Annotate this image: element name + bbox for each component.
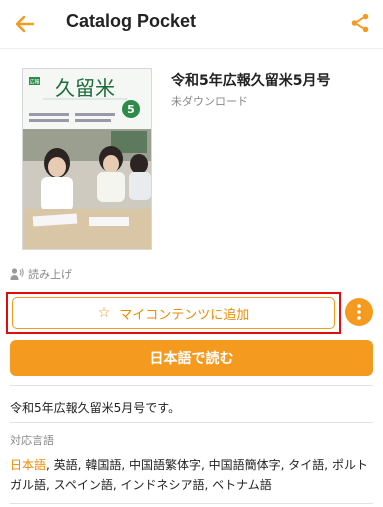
language-item[interactable]: 中国語繁体字 [129, 458, 201, 472]
read-in-japanese-button[interactable]: 日本語で読む [10, 340, 373, 376]
more-options-button[interactable] [345, 298, 373, 326]
app-title: Catalog Pocket [66, 11, 197, 31]
language-item[interactable]: 韓国語 [85, 458, 121, 472]
divider [10, 422, 373, 423]
download-status: 未ダウンロード [171, 95, 248, 108]
document-title: 令和5年広報久留米5月号 [171, 73, 331, 89]
add-to-my-contents-button[interactable]: ☆ マイコンテンツに追加 [12, 297, 335, 329]
document-description: 令和5年広報久留米5月号です。 [10, 401, 181, 415]
language-item[interactable]: 中国語簡体字 [209, 458, 281, 472]
star-outline-icon: ☆ [97, 305, 111, 321]
share-icon[interactable] [349, 12, 371, 34]
language-item[interactable]: スペイン語 [54, 478, 113, 492]
language-item[interactable]: ベトナム語 [212, 478, 272, 492]
supported-languages-list: 日本語, 英語, 韓国語, 中国語繁体字, 中国語簡体字, タイ語, ポルトガル… [10, 458, 368, 492]
catalog-cover-thumbnail[interactable]: 広報 久留米 5 [22, 68, 152, 250]
read-in-japanese-label: 日本語で読む [149, 351, 234, 367]
highlight-box: ☆ マイコンテンツに追加 [6, 292, 341, 334]
speaker-person-icon [10, 268, 24, 280]
arrow-left-icon[interactable] [13, 12, 37, 36]
language-item[interactable]: 日本語 [10, 458, 46, 472]
cover-image: 広報 久留米 5 [23, 69, 151, 249]
read-aloud-toggle[interactable]: 読み上げ [10, 266, 72, 282]
app-bar: Catalog Pocket [0, 0, 383, 49]
read-aloud-label: 読み上げ [28, 268, 72, 281]
add-to-my-contents-label: マイコンテンツに追加 [119, 307, 250, 323]
cover-issue-number: 5 [127, 103, 135, 116]
divider [10, 385, 373, 386]
language-item[interactable]: インドネシア語 [120, 478, 204, 492]
cover-masthead: 久留米 [55, 76, 115, 100]
divider [10, 503, 373, 504]
supported-languages-heading: 対応言語 [10, 434, 54, 447]
language-item[interactable]: 英語 [54, 458, 78, 472]
cover-badge: 広報 [29, 79, 39, 86]
more-vertical-icon [357, 304, 361, 320]
language-item[interactable]: タイ語 [288, 458, 324, 472]
